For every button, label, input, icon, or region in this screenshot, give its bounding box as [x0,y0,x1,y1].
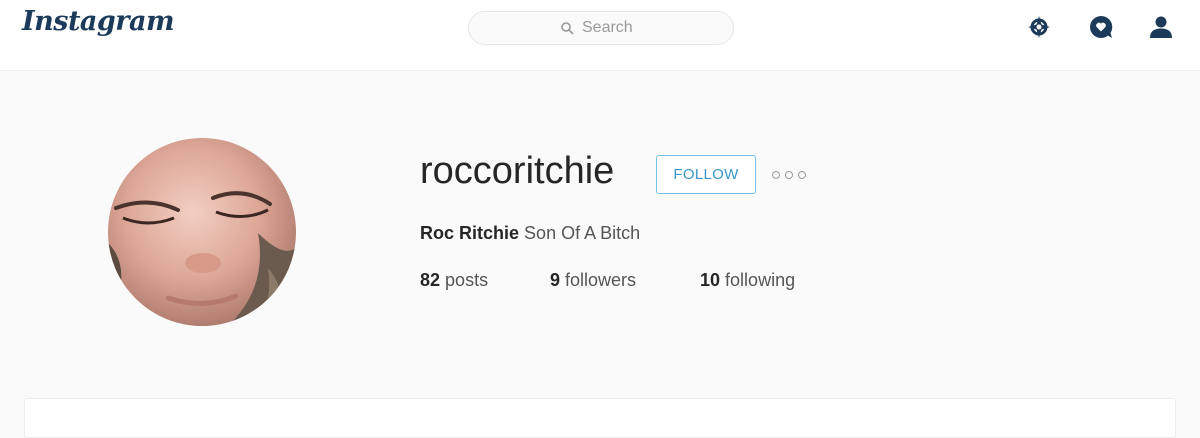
profile-person-icon[interactable] [1148,14,1174,40]
instagram-logo[interactable]: Instagram [22,6,175,37]
profile-bio: Roc Ritchie Son Of A Bitch [420,223,640,244]
top-nav-bar: Instagram [0,0,1200,71]
profile-full-name: Roc Ritchie [420,223,520,243]
explore-compass-icon[interactable] [1026,14,1052,40]
following-count-number: 10 [700,270,721,290]
more-dot [798,171,806,179]
following-count-label: following [725,270,796,290]
search-box[interactable] [468,11,734,45]
following-count[interactable]: 10 following [700,270,795,291]
more-options-icon[interactable] [772,166,806,184]
more-dot [785,171,793,179]
followers-count-label: followers [565,270,637,290]
posts-grid-container [24,398,1176,438]
avatar-photo [108,138,296,326]
followers-count[interactable]: 9 followers [550,270,636,291]
posts-count-number: 82 [420,270,441,290]
search-icon [561,22,574,35]
followers-count-number: 9 [550,270,561,290]
posts-count: 82 posts [420,270,488,291]
posts-count-label: posts [445,270,489,290]
profile-username: roccoritchie [420,150,615,192]
more-dot [772,171,780,179]
activity-heart-icon[interactable] [1088,14,1114,40]
profile-bio-text: Son Of A Bitch [524,223,641,243]
search-input[interactable] [582,19,642,37]
profile-avatar[interactable] [108,138,296,326]
follow-button[interactable]: FOLLOW [656,155,756,194]
